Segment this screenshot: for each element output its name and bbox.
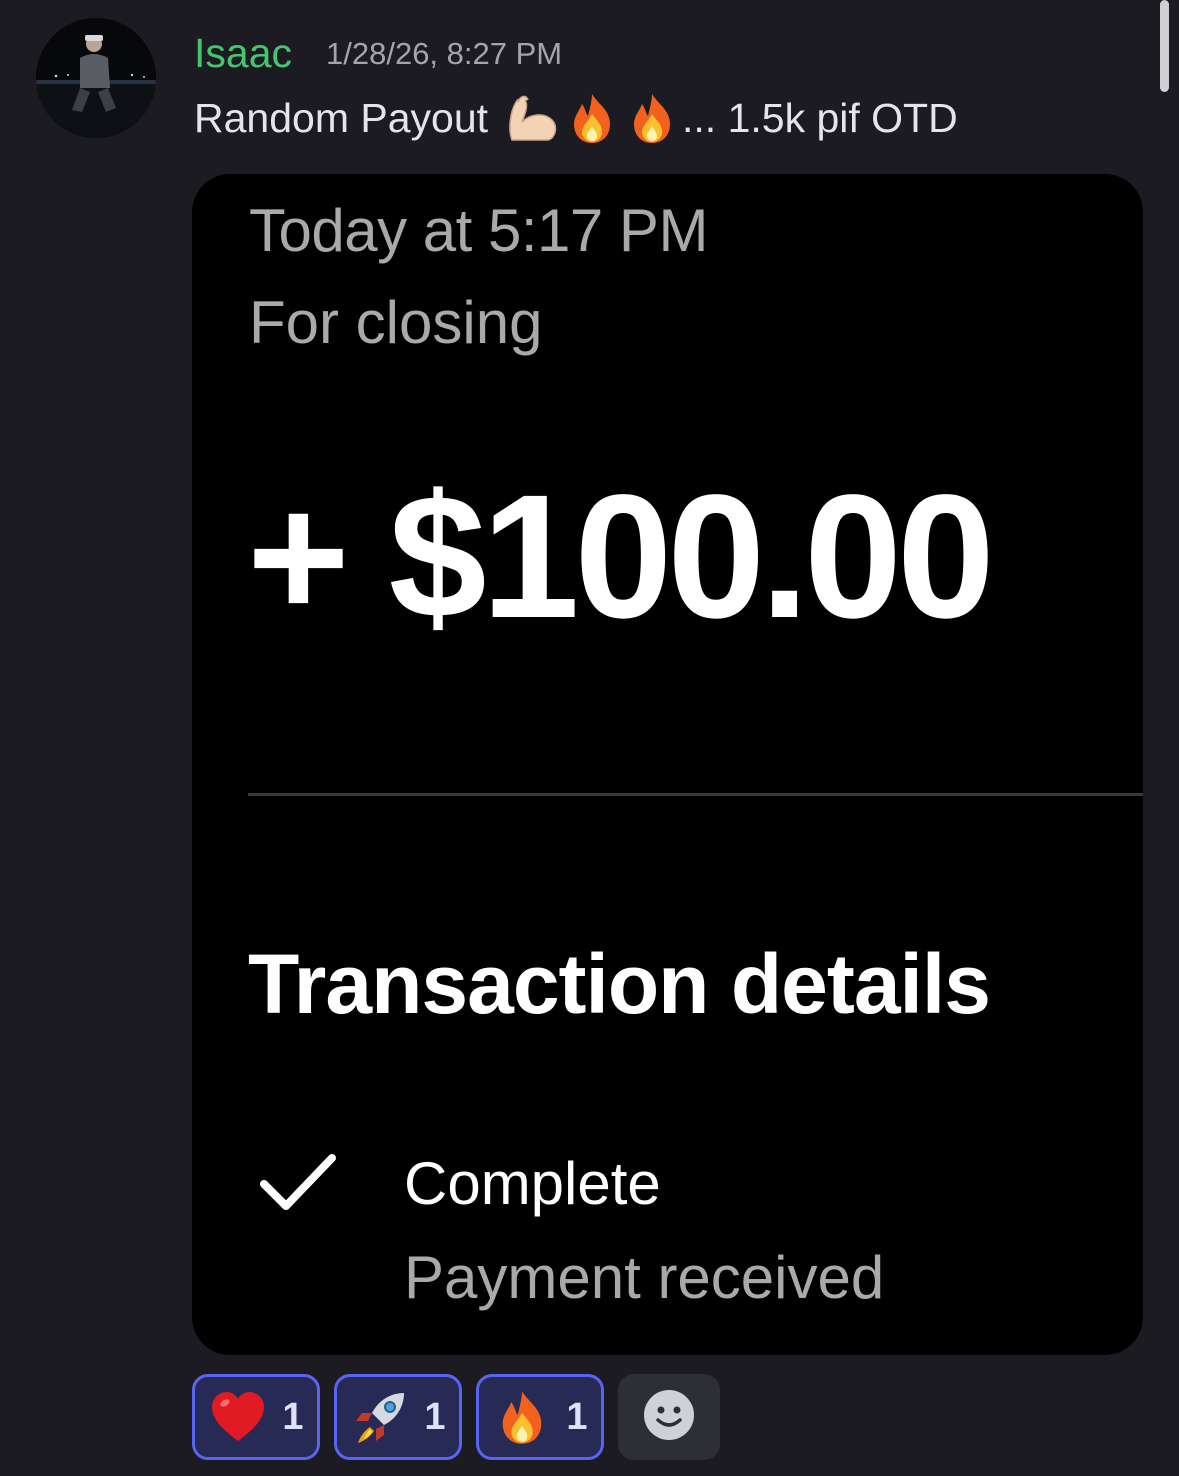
flexed-biceps-icon [504,90,560,146]
status-subtitle: Payment received [404,1244,885,1311]
reaction-count: 1 [424,1395,446,1438]
reactions-bar: 1 1 1 [192,1374,720,1460]
author-name[interactable]: Isaac [194,30,292,76]
message-text-after: ... 1.5k pif OTD [682,95,958,141]
section-title: Transaction details [248,937,991,1031]
scrollbar[interactable] [1160,0,1169,92]
reaction-count: 1 [282,1395,304,1438]
checkmark-icon [258,1150,338,1216]
avatar[interactable] [36,18,156,138]
image-attachment[interactable]: Today at 5:17 PM For closing + $100.00 T… [192,174,1143,1355]
transaction-amount: + $100.00 [247,459,995,655]
message-text: Random Payout ... 1.5k pif OTD [194,90,958,146]
status-title: Complete [404,1150,661,1217]
reaction-count: 1 [566,1395,588,1438]
fire-icon [492,1387,552,1447]
transaction-memo: For closing [249,289,543,356]
fire-icon [624,90,680,146]
message-timestamp: 1/28/26, 8:27 PM [326,36,563,71]
reaction-rocket[interactable]: 1 [334,1374,462,1460]
heart-icon [208,1387,268,1447]
reaction-heart[interactable]: 1 [192,1374,320,1460]
rocket-icon [350,1387,410,1447]
divider [248,793,1143,796]
fire-icon [564,90,620,146]
reaction-fire[interactable]: 1 [476,1374,604,1460]
transaction-date: Today at 5:17 PM [249,197,708,264]
smiley-icon [642,1388,696,1447]
discord-chat-view: Isaac 1/28/26, 8:27 PM Random Payout ...… [0,0,1179,1476]
message-text-before: Random Payout [194,95,489,141]
add-reaction-button[interactable] [618,1374,720,1460]
